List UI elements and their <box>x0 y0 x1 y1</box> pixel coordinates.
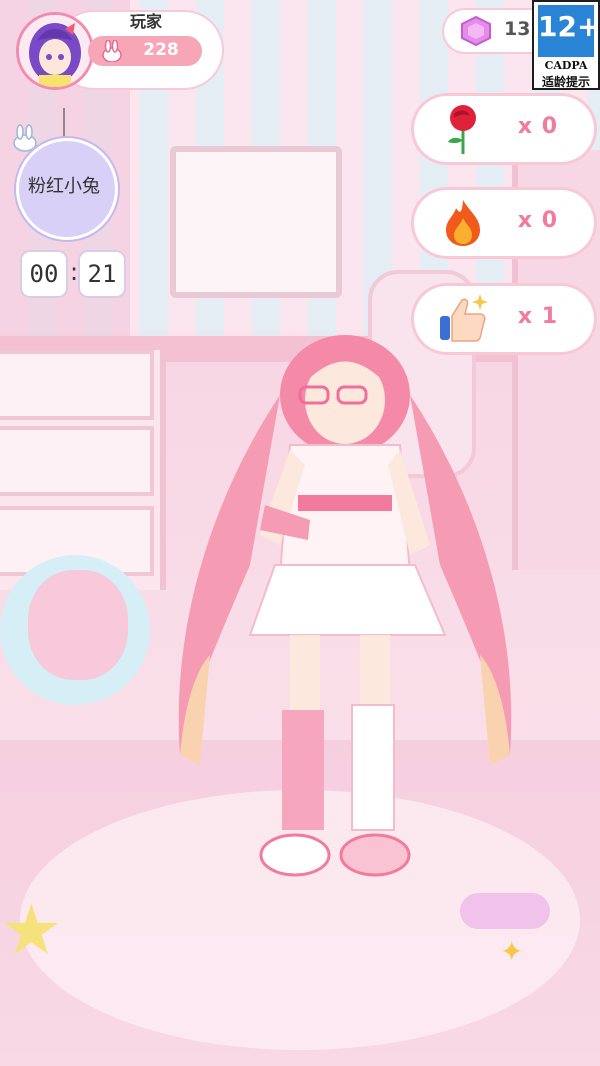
drawer <box>0 350 154 420</box>
drawer <box>0 426 154 496</box>
age-rating-org: CADPA <box>544 59 588 72</box>
countdown-timer: 00 : 21 <box>22 252 126 298</box>
age-rating-label: 适龄提示 <box>541 75 590 89</box>
theme-label: 粉红小兔 <box>28 176 100 197</box>
tag-string <box>63 108 65 140</box>
points-value: 228 <box>143 40 179 60</box>
rose-reaction-button[interactable]: x 0 <box>414 96 594 162</box>
like-reaction-button[interactable]: x 1 <box>414 286 594 352</box>
timer-minutes: 00 <box>29 260 59 288</box>
bunny-points-icon <box>102 40 122 62</box>
fire-count: x 0 <box>517 208 559 233</box>
drawer-cabinet <box>0 350 166 590</box>
fire-icon <box>446 200 480 246</box>
fire-reaction-button[interactable]: x 0 <box>414 190 594 256</box>
player-name: 玩家 <box>129 12 162 31</box>
gem-count: 13 <box>504 18 531 40</box>
sparkle-icon: ✦ <box>500 935 524 968</box>
avatar[interactable] <box>16 12 94 90</box>
age-rating-badge: 12+ CADPA 适龄提示 <box>532 0 600 90</box>
star-decoration-icon: ★ <box>0 889 63 971</box>
age-rating-number: 12+ <box>538 10 600 43</box>
avatar-portrait-icon <box>19 15 91 87</box>
gem-icon <box>461 16 491 46</box>
candy-decoration <box>460 893 550 929</box>
timer-seconds: 21 <box>87 260 117 288</box>
bunny-plush <box>28 570 128 680</box>
timer-separator: : <box>69 258 79 286</box>
rose-count: x 0 <box>517 114 559 139</box>
thumbs-up-icon <box>440 294 488 342</box>
like-count: x 1 <box>517 304 559 329</box>
rose-icon <box>448 105 476 154</box>
computer-monitor <box>170 146 342 298</box>
dressed-character <box>178 335 512 877</box>
